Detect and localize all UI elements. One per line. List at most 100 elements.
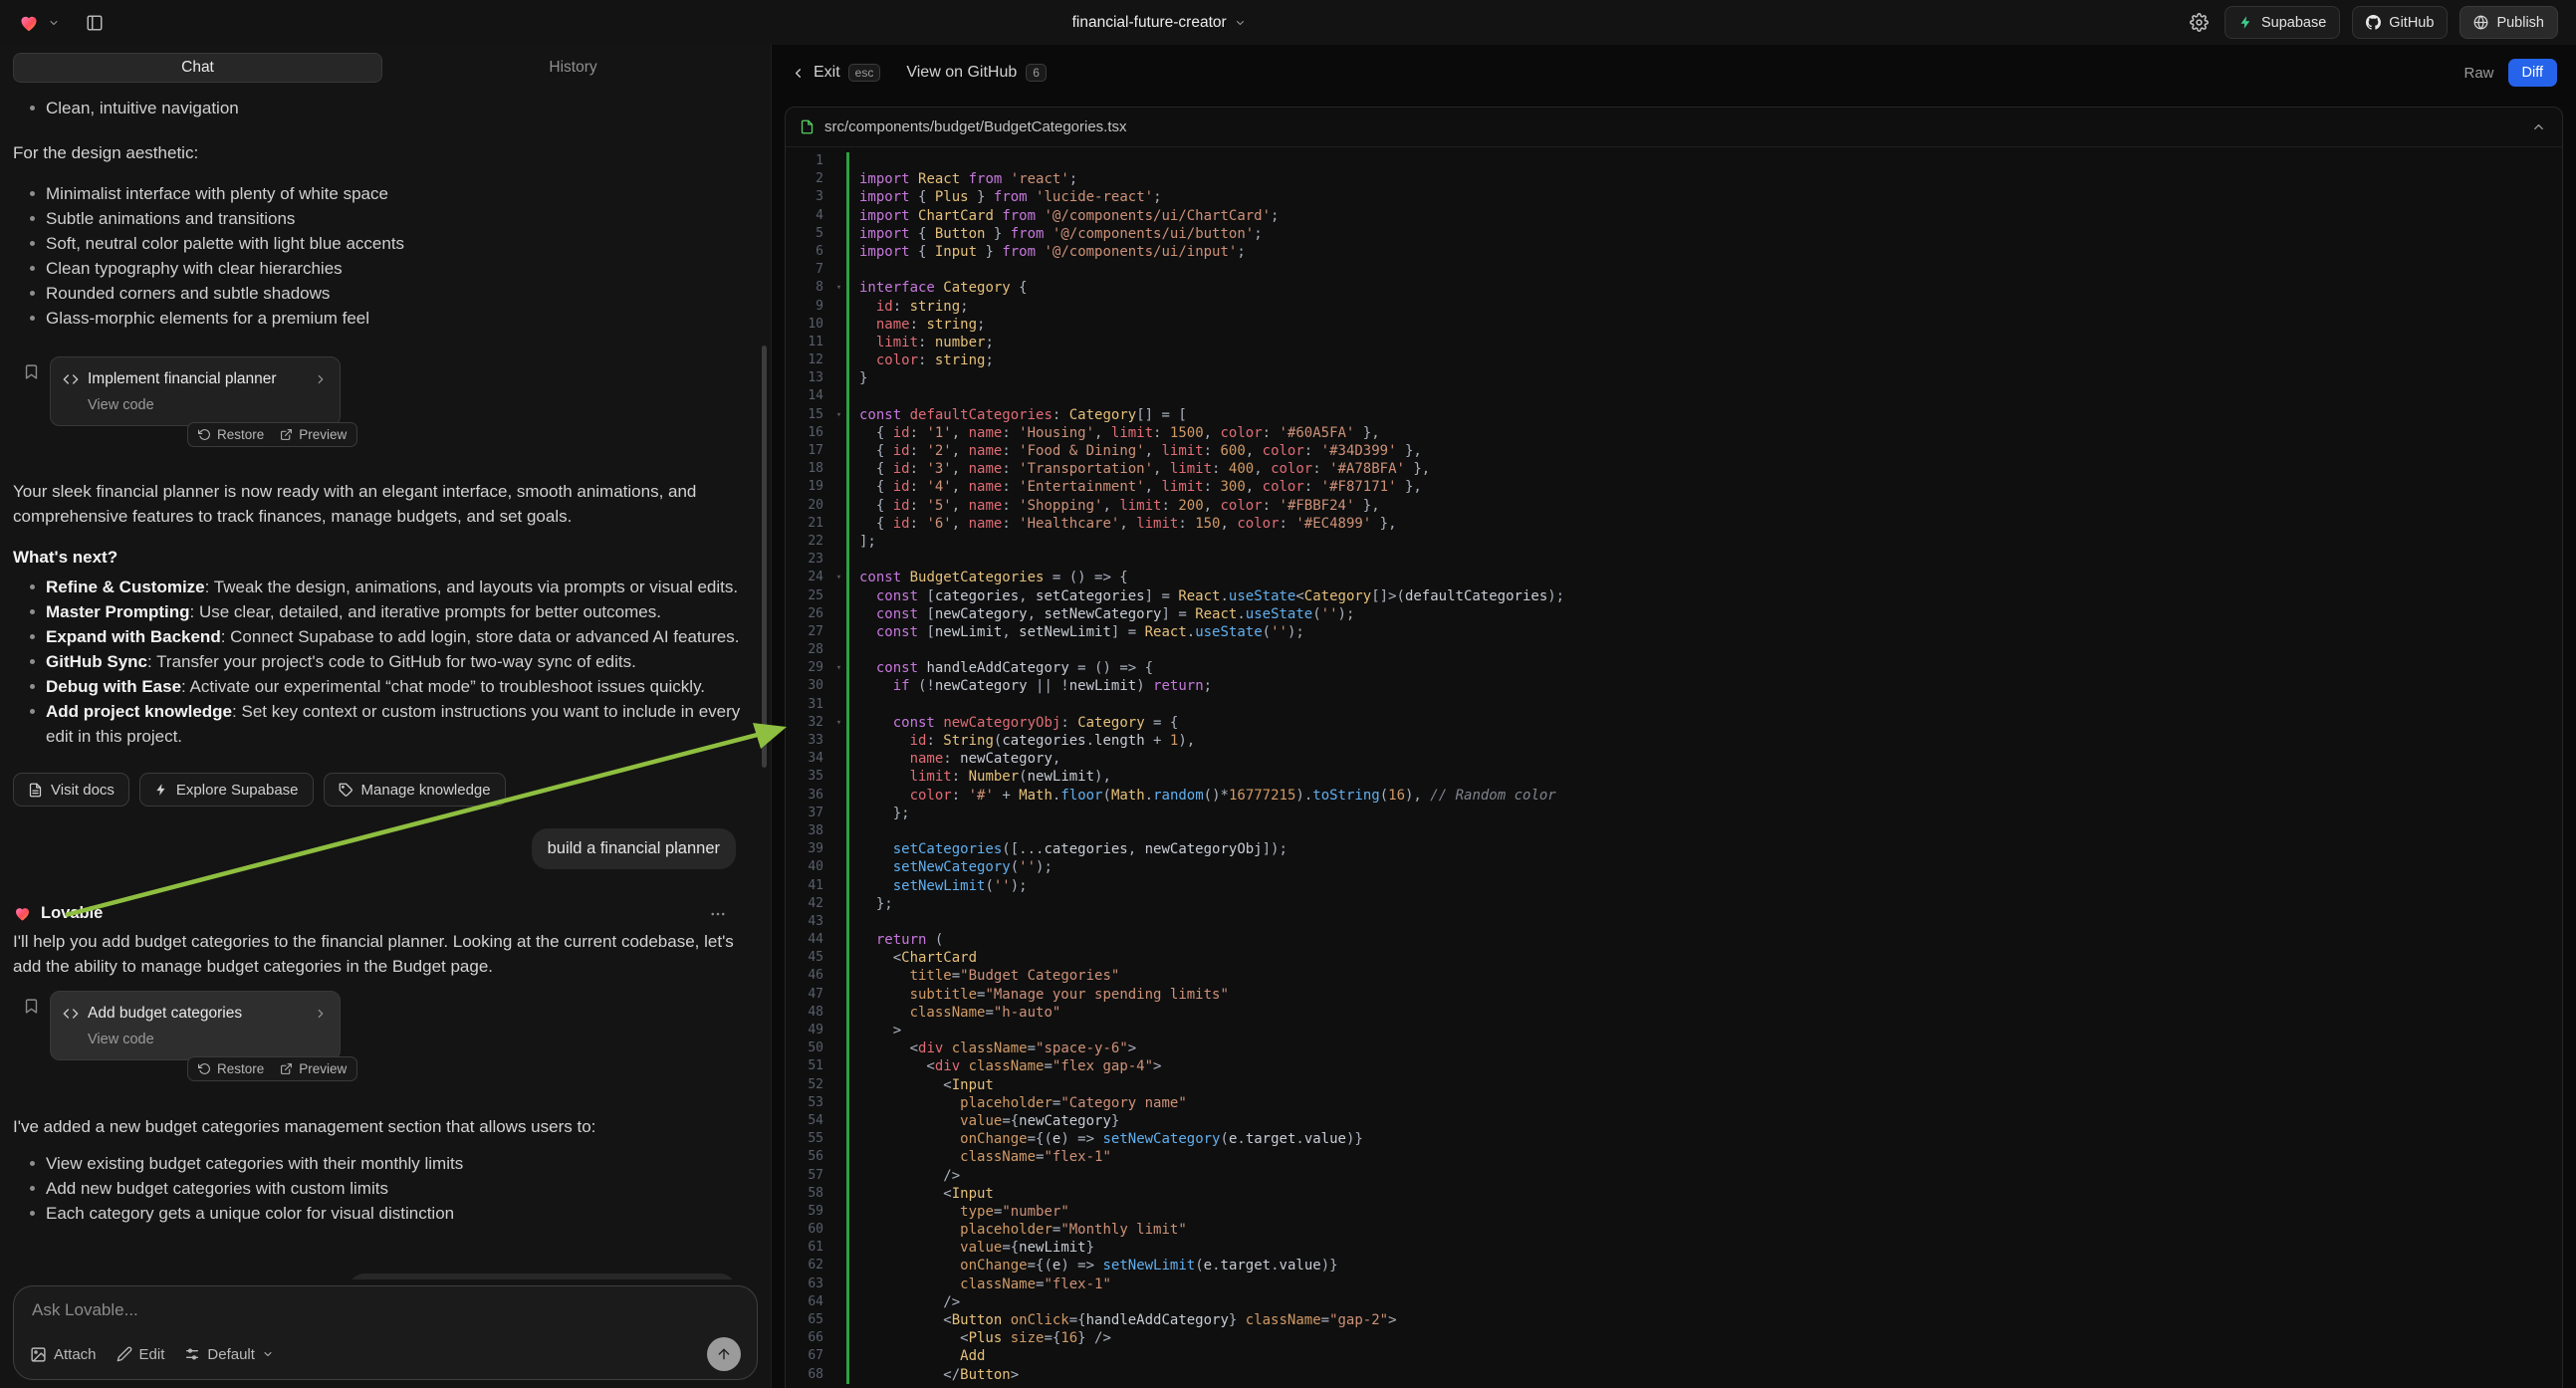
code-line[interactable]: 32▾ const newCategoryObj: Category = { bbox=[786, 714, 2562, 732]
code-line[interactable]: 10 name: string; bbox=[786, 316, 2562, 334]
code-line[interactable]: 15▾const defaultCategories: Category[] =… bbox=[786, 406, 2562, 424]
code-line[interactable]: 9 id: string; bbox=[786, 298, 2562, 316]
code-line[interactable]: 57 /> bbox=[786, 1167, 2562, 1185]
version-card-implement-planner[interactable]: Implement financial planner View code bbox=[50, 356, 341, 426]
code-line[interactable]: 46 title="Budget Categories" bbox=[786, 967, 2562, 985]
code-line[interactable]: 19 { id: '4', name: 'Entertainment', lim… bbox=[786, 478, 2562, 496]
preview-button[interactable]: Preview bbox=[280, 1061, 347, 1076]
code-line[interactable]: 33 id: String(categories.length + 1), bbox=[786, 732, 2562, 750]
toggle-panel-icon[interactable] bbox=[86, 14, 104, 32]
file-header[interactable]: src/components/budget/BudgetCategories.t… bbox=[786, 108, 2562, 147]
code-line[interactable]: 26 const [newCategory, setNewCategory] =… bbox=[786, 605, 2562, 623]
tab-chat[interactable]: Chat bbox=[13, 53, 382, 83]
code-line[interactable]: 65 <Button onClick={handleAddCategory} c… bbox=[786, 1311, 2562, 1329]
code-line[interactable]: 42 }; bbox=[786, 895, 2562, 913]
code-line[interactable]: 21 { id: '6', name: 'Healthcare', limit:… bbox=[786, 515, 2562, 533]
code-line[interactable]: 49 > bbox=[786, 1022, 2562, 1040]
mode-select[interactable]: Default bbox=[184, 1346, 274, 1363]
code-line[interactable]: 56 className="flex-1" bbox=[786, 1148, 2562, 1166]
code-line[interactable]: 7 bbox=[786, 261, 2562, 279]
code-line[interactable]: 20 { id: '5', name: 'Shopping', limit: 2… bbox=[786, 497, 2562, 515]
publish-button[interactable]: Publish bbox=[2459, 6, 2558, 39]
diff-toggle[interactable]: Diff bbox=[2508, 59, 2558, 87]
code-line[interactable]: 68 </Button> bbox=[786, 1366, 2562, 1384]
logo-chevron-down-icon[interactable] bbox=[48, 17, 60, 29]
code-line[interactable]: 16 { id: '1', name: 'Housing', limit: 15… bbox=[786, 424, 2562, 442]
tab-history[interactable]: History bbox=[388, 53, 758, 83]
code-line[interactable]: 30 if (!newCategory || !newLimit) return… bbox=[786, 677, 2562, 695]
code-line[interactable]: 38 bbox=[786, 822, 2562, 840]
visit-docs-button[interactable]: Visit docs bbox=[13, 773, 129, 807]
code-line[interactable]: 11 limit: number; bbox=[786, 334, 2562, 351]
code-line[interactable]: 51 <div className="flex gap-4"> bbox=[786, 1057, 2562, 1075]
code-line[interactable]: 50 <div className="space-y-6"> bbox=[786, 1040, 2562, 1057]
explore-supabase-button[interactable]: Explore Supabase bbox=[139, 773, 314, 807]
restore-button[interactable]: Restore bbox=[198, 1061, 264, 1076]
code-line[interactable]: 48 className="h-auto" bbox=[786, 1004, 2562, 1022]
restore-button[interactable]: Restore bbox=[198, 427, 264, 442]
code-line[interactable]: 59 type="number" bbox=[786, 1203, 2562, 1221]
code-line[interactable]: 12 color: string; bbox=[786, 351, 2562, 369]
code-line[interactable]: 41 setNewLimit(''); bbox=[786, 877, 2562, 895]
code-line[interactable]: 47 subtitle="Manage your spending limits… bbox=[786, 986, 2562, 1004]
code-line[interactable]: 37 }; bbox=[786, 805, 2562, 822]
send-button[interactable] bbox=[707, 1337, 741, 1371]
code-line[interactable]: 25 const [categories, setCategories] = R… bbox=[786, 587, 2562, 605]
code-line[interactable]: 28 bbox=[786, 641, 2562, 659]
collapse-file-icon[interactable] bbox=[2529, 117, 2548, 136]
manage-knowledge-button[interactable]: Manage knowledge bbox=[324, 773, 506, 807]
bookmark-icon[interactable] bbox=[23, 998, 40, 1015]
code-line[interactable]: 29▾ const handleAddCategory = () => { bbox=[786, 659, 2562, 677]
code-line[interactable]: 4import ChartCard from '@/components/ui/… bbox=[786, 207, 2562, 225]
code-line[interactable]: 61 value={newLimit} bbox=[786, 1239, 2562, 1257]
project-switcher[interactable]: financial-future-creator bbox=[1072, 14, 1247, 32]
code-line[interactable]: 5import { Button } from '@/components/ui… bbox=[786, 225, 2562, 243]
code-line[interactable]: 60 placeholder="Monthly limit" bbox=[786, 1221, 2562, 1239]
code-line[interactable]: 53 placeholder="Category name" bbox=[786, 1094, 2562, 1112]
code-line[interactable]: 67 Add bbox=[786, 1347, 2562, 1365]
code-line[interactable]: 55 onChange={(e) => setNewCategory(e.tar… bbox=[786, 1130, 2562, 1148]
code-line[interactable]: 24▾const BudgetCategories = () => { bbox=[786, 569, 2562, 586]
attach-button[interactable]: Attach bbox=[30, 1346, 97, 1363]
code-line[interactable]: 8▾interface Category { bbox=[786, 279, 2562, 297]
code-line[interactable]: 17 { id: '2', name: 'Food & Dining', lim… bbox=[786, 442, 2562, 460]
code-line[interactable]: 44 return ( bbox=[786, 931, 2562, 949]
view-on-github-button[interactable]: View on GitHub 6 bbox=[906, 64, 1047, 82]
bookmark-icon[interactable] bbox=[23, 363, 40, 380]
view-code-link[interactable]: View code bbox=[88, 1028, 328, 1052]
code-line[interactable]: 45 <ChartCard bbox=[786, 949, 2562, 967]
view-code-link[interactable]: View code bbox=[88, 393, 328, 418]
code-line[interactable]: 27 const [newLimit, setNewLimit] = React… bbox=[786, 623, 2562, 641]
version-card-add-budget-categories[interactable]: Add budget categories View code bbox=[50, 991, 341, 1060]
code-line[interactable]: 54 value={newCategory} bbox=[786, 1112, 2562, 1130]
code-line[interactable]: 14 bbox=[786, 387, 2562, 405]
code-line[interactable]: 3import { Plus } from 'lucide-react'; bbox=[786, 188, 2562, 206]
preview-button[interactable]: Preview bbox=[280, 427, 347, 442]
code-line[interactable]: 22]; bbox=[786, 533, 2562, 551]
code-line[interactable]: 63 className="flex-1" bbox=[786, 1275, 2562, 1293]
code-line[interactable]: 62 onChange={(e) => setNewLimit(e.target… bbox=[786, 1257, 2562, 1274]
code-line[interactable]: 34 name: newCategory, bbox=[786, 750, 2562, 768]
code-line[interactable]: 52 <Input bbox=[786, 1076, 2562, 1094]
chat-input[interactable] bbox=[30, 1298, 741, 1324]
lovable-logo-icon[interactable] bbox=[18, 12, 40, 34]
code-editor[interactable]: 12import React from 'react';3import { Pl… bbox=[786, 147, 2562, 1388]
chat-scrollbar[interactable] bbox=[762, 346, 767, 768]
settings-gear-icon[interactable] bbox=[2186, 9, 2213, 36]
code-line[interactable]: 18 { id: '3', name: 'Transportation', li… bbox=[786, 460, 2562, 478]
supabase-button[interactable]: Supabase bbox=[2225, 6, 2340, 39]
code-line[interactable]: 23 bbox=[786, 551, 2562, 569]
raw-toggle[interactable]: Raw bbox=[2463, 65, 2493, 82]
code-line[interactable]: 43 bbox=[786, 913, 2562, 931]
code-line[interactable]: 40 setNewCategory(''); bbox=[786, 858, 2562, 876]
code-line[interactable]: 13} bbox=[786, 369, 2562, 387]
code-line[interactable]: 36 color: '#' + Math.floor(Math.random()… bbox=[786, 787, 2562, 805]
code-line[interactable]: 39 setCategories([...categories, newCate… bbox=[786, 840, 2562, 858]
code-line[interactable]: 2import React from 'react'; bbox=[786, 170, 2562, 188]
message-menu-icon[interactable] bbox=[707, 903, 729, 925]
code-line[interactable]: 58 <Input bbox=[786, 1185, 2562, 1203]
github-button[interactable]: GitHub bbox=[2352, 6, 2448, 39]
code-line[interactable]: 64 /> bbox=[786, 1293, 2562, 1311]
code-line[interactable]: 31 bbox=[786, 696, 2562, 714]
chat-messages[interactable]: Clean, intuitive navigation For the desi… bbox=[0, 87, 771, 1279]
